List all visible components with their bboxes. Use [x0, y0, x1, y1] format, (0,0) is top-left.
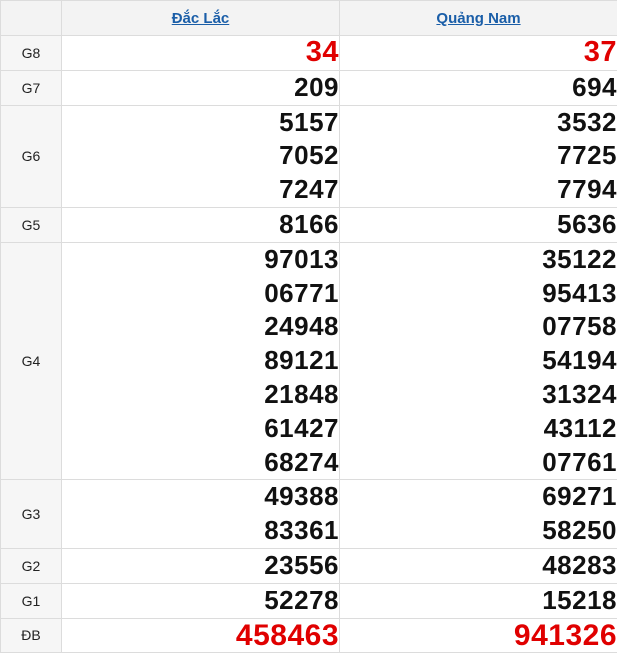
- prize-number: 7794: [557, 174, 617, 205]
- prize-rows: G8 34 37 G7 209 694 G6 5157 7052 7247 3532 7725 7794…: [0, 35, 617, 654]
- prize-number: 97013: [264, 243, 339, 274]
- prize-cell-quang-nam: 3532 7725 7794: [339, 104, 617, 208]
- prize-label: G3: [0, 479, 62, 549]
- prize-number: 07761: [542, 446, 617, 477]
- prize-number: 58250: [542, 515, 617, 546]
- prize-number: 15218: [542, 584, 617, 615]
- prize-number: 941326: [513, 618, 617, 652]
- prize-number: 35122: [542, 243, 617, 274]
- prize-cell-quang-nam: 5636: [339, 206, 617, 243]
- prize-row-đb: ĐB 458463 941326: [0, 617, 617, 654]
- prize-cell-quang-nam: 69271 58250: [339, 479, 617, 549]
- prize-number: 24948: [264, 311, 339, 342]
- prize-row-g1: G1 52278 15218: [0, 582, 617, 619]
- prize-row-g2: G2 23556 48283: [0, 547, 617, 584]
- prize-row-g8: G8 34 37: [0, 35, 617, 71]
- province-link-dak-lak[interactable]: Đắc Lắc: [172, 10, 230, 27]
- prize-row-g6: G6 5157 7052 7247 3532 7725 7794: [0, 104, 617, 208]
- prize-cell-dak-lak: 34: [61, 35, 340, 71]
- prize-number: 7725: [557, 140, 617, 171]
- prize-label: G1: [0, 582, 62, 619]
- prize-label: ĐB: [0, 617, 62, 654]
- prize-number: 61427: [264, 412, 339, 443]
- prize-row-g3: G3 49388 83361 69271 58250: [0, 479, 617, 549]
- prize-cell-quang-nam: 37: [339, 35, 617, 71]
- prize-number: 458463: [235, 618, 339, 652]
- prize-number: 48283: [542, 549, 617, 580]
- prize-number: 95413: [542, 277, 617, 308]
- province-header-quang-nam: Quảng Nam: [339, 0, 617, 36]
- prize-number: 34: [305, 36, 339, 68]
- prize-number: 06771: [264, 277, 339, 308]
- prize-cell-quang-nam: 15218: [339, 582, 617, 619]
- prize-cell-quang-nam: 941326: [339, 617, 617, 654]
- prize-row-g4: G4 97013 06771 24948 89121 21848 61427 68274 351…: [0, 241, 617, 481]
- prize-number: 07758: [542, 311, 617, 342]
- province-header-dak-lak: Đắc Lắc: [61, 0, 340, 36]
- prize-label: G8: [0, 35, 62, 71]
- prize-cell-dak-lak: 23556: [61, 547, 340, 584]
- province-link-quang-nam[interactable]: Quảng Nam: [436, 10, 520, 27]
- prize-number: 89121: [264, 345, 339, 376]
- prize-number: 3532: [557, 106, 617, 137]
- prize-number: 31324: [542, 378, 617, 409]
- prize-number: 5636: [557, 208, 617, 239]
- prize-cell-dak-lak: 209: [61, 69, 340, 106]
- prize-number: 68274: [264, 446, 339, 477]
- prize-number: 37: [583, 36, 617, 68]
- prize-label: G2: [0, 547, 62, 584]
- prize-number: 21848: [264, 378, 339, 409]
- prize-cell-dak-lak: 97013 06771 24948 89121 21848 61427 68274: [61, 241, 340, 481]
- prize-cell-quang-nam: 48283: [339, 547, 617, 584]
- header-row: Đắc Lắc Quảng Nam: [0, 0, 617, 36]
- prize-number: 83361: [264, 515, 339, 546]
- prize-cell-dak-lak: 49388 83361: [61, 479, 340, 549]
- prize-label: G5: [0, 206, 62, 243]
- prize-number: 49388: [264, 481, 339, 512]
- prize-cell-dak-lak: 52278: [61, 582, 340, 619]
- prize-number: 209: [294, 71, 339, 102]
- header-corner: [0, 0, 62, 36]
- prize-cell-dak-lak: 458463: [61, 617, 340, 654]
- prize-label: G7: [0, 69, 62, 106]
- prize-number: 5157: [279, 106, 339, 137]
- prize-row-g7: G7 209 694: [0, 69, 617, 106]
- prize-cell-quang-nam: 35122 95413 07758 54194 31324 43112 07761: [339, 241, 617, 481]
- prize-cell-dak-lak: 5157 7052 7247: [61, 104, 340, 208]
- prize-number: 694: [572, 71, 617, 102]
- prize-number: 69271: [542, 481, 617, 512]
- lottery-results-table: Đắc Lắc Quảng Nam G8 34 37 G7 209 694 G6 5157 70…: [0, 0, 617, 654]
- prize-number: 54194: [542, 345, 617, 376]
- prize-number: 43112: [543, 412, 617, 443]
- prize-label: G6: [0, 104, 62, 208]
- prize-number: 7052: [279, 140, 339, 171]
- prize-cell-dak-lak: 8166: [61, 206, 340, 243]
- prize-number: 8166: [279, 208, 339, 239]
- prize-number: 52278: [264, 584, 339, 615]
- prize-number: 23556: [264, 549, 339, 580]
- prize-cell-quang-nam: 694: [339, 69, 617, 106]
- prize-row-g5: G5 8166 5636: [0, 206, 617, 243]
- prize-number: 7247: [279, 174, 339, 205]
- prize-label: G4: [0, 241, 62, 481]
